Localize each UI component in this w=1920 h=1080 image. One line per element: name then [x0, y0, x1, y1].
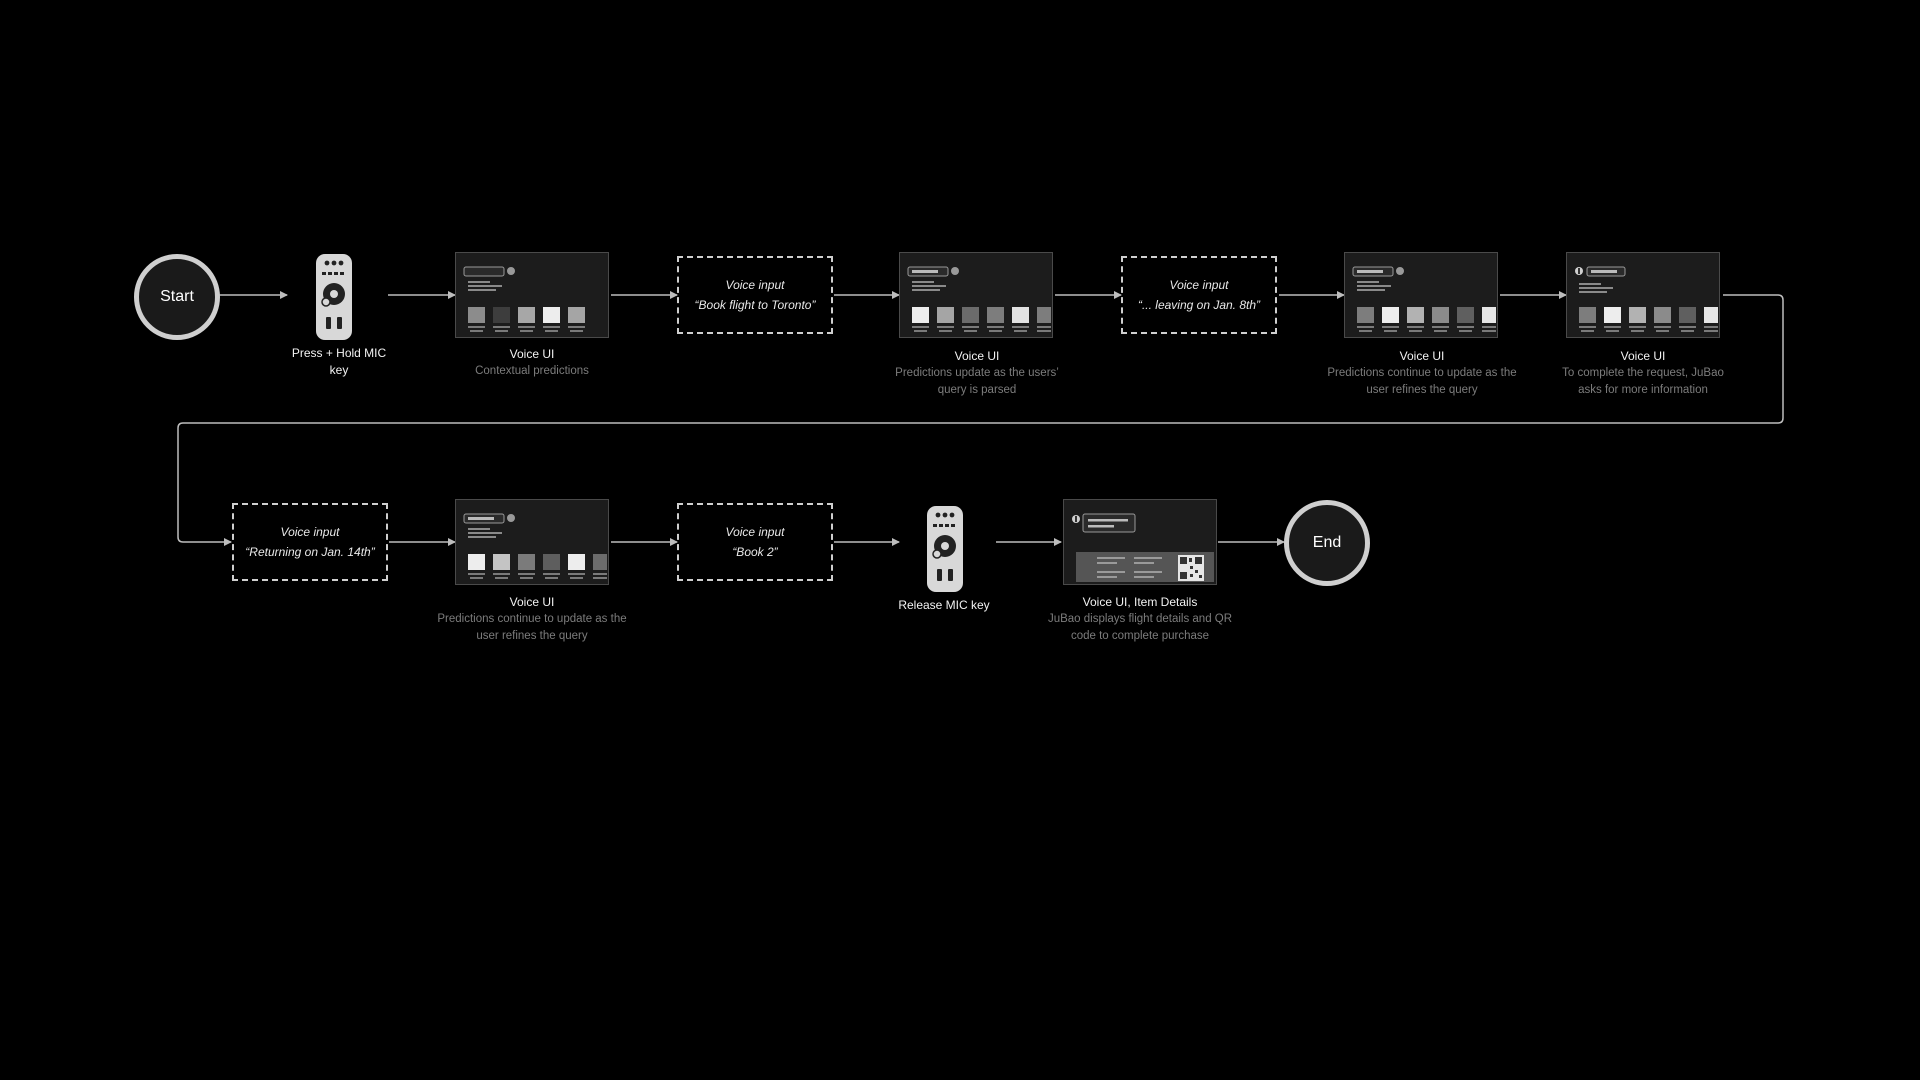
end-node: End: [1284, 500, 1370, 586]
remote-press-label: Press + Hold MIC key: [234, 345, 444, 379]
voice-input-box-4: Voice input “Book 2”: [677, 503, 833, 581]
voice-ui-3-label: Voice UI Predictions continue to update …: [1317, 348, 1527, 399]
voice-ui-screen-4: [1566, 252, 1720, 338]
qr-code-icon: [1178, 555, 1204, 581]
voice-ui-details-screen: [1063, 499, 1217, 585]
remote-press-title: Press + Hold MIC key: [291, 346, 387, 377]
voice-input-1-line2: “Book flight to Toronto”: [694, 298, 816, 312]
voice-ui-2-label: Voice UI Predictions update as the users…: [872, 348, 1082, 399]
voice-ui-screen-2: [899, 252, 1053, 338]
remote-control-icon: [315, 253, 353, 341]
voice-ui-4-label: Voice UI To complete the request, JuBao …: [1538, 348, 1748, 399]
voice-ui-3-title: Voice UI: [1399, 349, 1445, 363]
remote-control-icon: [926, 505, 964, 593]
voice-ui-1-title: Voice UI: [509, 347, 555, 361]
voice-input-2-line1: Voice input: [1169, 278, 1229, 292]
remote-release-title: Release MIC key: [898, 598, 990, 612]
voice-ui-1-subtitle: Contextual predictions: [475, 365, 589, 377]
voice-input-4-line2: “Book 2”: [732, 545, 778, 559]
voice-input-4-line1: Voice input: [725, 525, 785, 539]
start-node: Start: [134, 254, 220, 340]
voice-input-1-line1: Voice input: [725, 278, 785, 292]
start-label: Start: [160, 288, 194, 305]
voice-ui-4-title: Voice UI: [1620, 349, 1666, 363]
voice-input-3-line1: Voice input: [280, 525, 340, 539]
voice-input-box-1: Voice input “Book flight to Toronto”: [677, 256, 833, 334]
voice-ui-3-subtitle: Predictions continue to update as the us…: [1327, 367, 1517, 396]
voice-ui-5-label: Voice UI Predictions continue to update …: [427, 594, 637, 645]
voice-input-box-3: Voice input “Returning on Jan. 14th”: [232, 503, 388, 581]
voice-ui-2-title: Voice UI: [954, 349, 1000, 363]
voice-ui-details-subtitle: JuBao displays flight details and QR cod…: [1047, 613, 1233, 642]
voice-ui-4-subtitle: To complete the request, JuBao asks for …: [1562, 367, 1724, 396]
voice-input-3-line2: “Returning on Jan. 14th”: [245, 545, 375, 559]
voice-ui-5-subtitle: Predictions continue to update as the us…: [437, 613, 627, 642]
voice-ui-details-title: Voice UI, Item Details: [1082, 595, 1198, 609]
voice-ui-screen-5: [455, 499, 609, 585]
voice-input-box-2: Voice input “... leaving on Jan. 8th”: [1121, 256, 1277, 334]
voice-ui-1-label: Voice UI Contextual predictions: [427, 346, 637, 380]
voice-input-2-line2: “... leaving on Jan. 8th”: [1137, 298, 1261, 312]
voice-ui-screen-1: [455, 252, 609, 338]
voice-ui-details-label: Voice UI, Item Details JuBao displays fl…: [1035, 594, 1245, 645]
end-label: End: [1312, 534, 1342, 551]
remote-release-label: Release MIC key: [839, 597, 1049, 614]
voice-ui-5-title: Voice UI: [509, 595, 555, 609]
voice-ui-2-subtitle: Predictions update as the users’ query i…: [895, 367, 1059, 396]
flow-diagram: Start Press + Hold MIC key Voice UI Cont…: [0, 0, 1920, 1080]
voice-ui-screen-3: [1344, 252, 1498, 338]
